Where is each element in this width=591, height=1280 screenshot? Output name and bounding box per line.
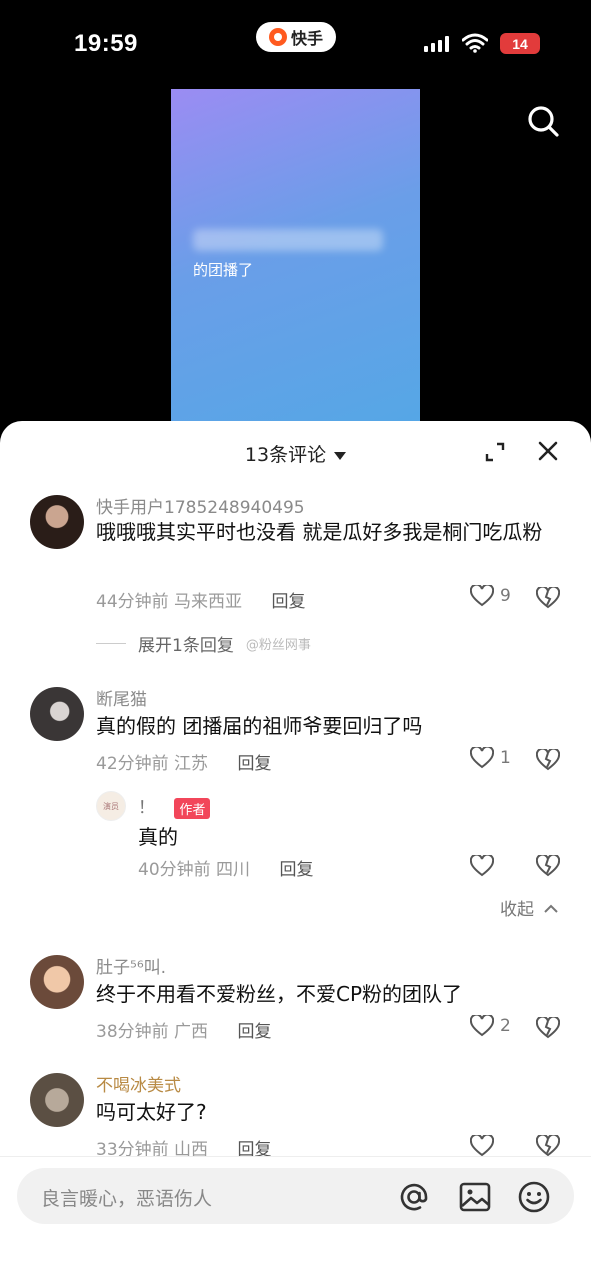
reply-location: 四川 — [216, 860, 251, 880]
author-reply: 演员 ！ 作者 真的 40分钟前 四川 回复 — [0, 787, 591, 887]
reply-button[interactable]: 回复 — [237, 1140, 271, 1160]
image-icon[interactable] — [458, 1180, 492, 1214]
divider — [0, 1156, 591, 1157]
status-bar: 19:59 快手 14 — [0, 0, 591, 86]
avatar[interactable] — [30, 1073, 84, 1127]
comment-input-bar[interactable]: 良言暖心，恶语伤人 — [17, 1168, 574, 1224]
dislike-icon[interactable] — [536, 749, 560, 771]
comment-location: 江苏 — [174, 754, 209, 774]
comment-location: 山西 — [174, 1140, 209, 1160]
avatar-text: 演员 — [103, 801, 119, 811]
video-caption: 的团播了 — [193, 261, 254, 279]
reply-username-row: ！ 作者 — [138, 793, 211, 819]
caret-down-icon — [334, 451, 347, 460]
heart-icon — [470, 747, 494, 769]
heart-icon — [470, 585, 494, 607]
dislike-icon[interactable] — [536, 855, 560, 877]
comment-time: 42分钟前 — [96, 754, 169, 774]
comment-time: 44分钟前 — [96, 592, 169, 612]
like-button[interactable]: 2 — [470, 1015, 511, 1037]
heart-icon[interactable] — [470, 1135, 494, 1157]
comment-input-placeholder[interactable]: 良言暖心，恶语伤人 — [41, 1184, 212, 1211]
reply-time: 40分钟前 — [138, 860, 211, 880]
reply-meta: 40分钟前 四川 回复 — [138, 855, 313, 880]
collapse-label: 收起 — [500, 900, 534, 920]
reply-button[interactable]: 回复 — [279, 860, 313, 880]
comment-count-label: 13条评论 — [244, 444, 327, 466]
dislike-icon[interactable] — [536, 1135, 560, 1157]
author-badge: 作者 — [174, 797, 211, 819]
search-icon[interactable] — [525, 103, 561, 139]
like-button[interactable]: 1 — [470, 747, 511, 769]
comment-username[interactable]: 断尾猫 — [96, 685, 147, 710]
heart-icon — [470, 1015, 494, 1037]
dislike-icon[interactable] — [536, 587, 560, 609]
reply-text: 真的 — [138, 825, 178, 849]
reply-username[interactable]: ！ — [138, 798, 155, 818]
comment-location: 广西 — [174, 1022, 209, 1042]
divider-line — [96, 643, 126, 644]
close-icon[interactable] — [537, 440, 559, 462]
comments-header: 13条评论 — [0, 421, 591, 483]
comments-sheet: 13条评论 快手用户1785248940495 哦哦哦其实平时也没看 就是瓜好多… — [0, 421, 591, 1280]
blurred-text — [193, 229, 383, 251]
reply-button[interactable]: 回复 — [271, 592, 305, 612]
like-count: 2 — [500, 1016, 511, 1036]
like-button[interactable]: 9 — [470, 585, 511, 607]
app-indicator-pill[interactable]: 快手 — [256, 22, 336, 52]
cellular-signal-icon — [424, 36, 449, 52]
reply-button[interactable]: 回复 — [237, 1022, 271, 1042]
fullscreen-expand-icon[interactable] — [484, 441, 506, 463]
like-count: 1 — [500, 748, 511, 768]
avatar[interactable] — [30, 495, 84, 549]
dislike-icon[interactable] — [536, 1017, 560, 1039]
comment-username[interactable]: 肚子⁵⁶叫. — [96, 953, 166, 978]
watermark: @粉丝网事 — [245, 638, 311, 653]
comment-text: 真的假的 团播届的祖师爷要回归了吗 — [96, 714, 423, 738]
emoji-icon[interactable] — [517, 1180, 551, 1214]
comment-meta: 44分钟前 马来西亚 回复 — [96, 587, 305, 612]
comment-time: 38分钟前 — [96, 1022, 169, 1042]
avatar[interactable]: 演员 — [96, 791, 126, 821]
comment-meta: 42分钟前 江苏 回复 — [96, 749, 271, 774]
status-time: 19:59 — [74, 30, 138, 57]
video-thumbnail[interactable]: 的团播了 — [171, 89, 420, 429]
comment-text: 终于不用看不爱粉丝，不爱CP粉的团队了 — [96, 982, 463, 1006]
comment-username[interactable]: 不喝冰美式 — [96, 1071, 181, 1096]
heart-icon[interactable] — [470, 855, 494, 877]
comment-time: 33分钟前 — [96, 1140, 169, 1160]
expand-replies-label: 展开1条回复 — [138, 636, 234, 656]
reply-button[interactable]: 回复 — [237, 754, 271, 774]
kuaishou-logo-icon — [268, 28, 287, 46]
comment-text: 哦哦哦其实平时也没看 就是瓜好多我是桐门吃瓜粉 — [96, 520, 543, 544]
comment-location: 马来西亚 — [174, 592, 243, 612]
battery-level: 14 — [512, 35, 528, 52]
avatar[interactable] — [30, 687, 84, 741]
like-count: 9 — [500, 586, 511, 606]
comment-meta: 38分钟前 广西 回复 — [96, 1017, 271, 1042]
battery-icon: 14 — [500, 33, 540, 54]
comment-text: 吗可太好了? — [96, 1100, 207, 1124]
chevron-up-icon — [544, 904, 559, 913]
mention-icon[interactable] — [397, 1180, 431, 1214]
avatar[interactable] — [30, 955, 84, 1009]
expand-replies-button[interactable]: 展开1条回复 @粉丝网事 — [96, 631, 311, 656]
wifi-icon — [462, 33, 488, 53]
app-name: 快手 — [290, 29, 323, 48]
collapse-replies-button[interactable]: 收起 — [500, 895, 559, 920]
